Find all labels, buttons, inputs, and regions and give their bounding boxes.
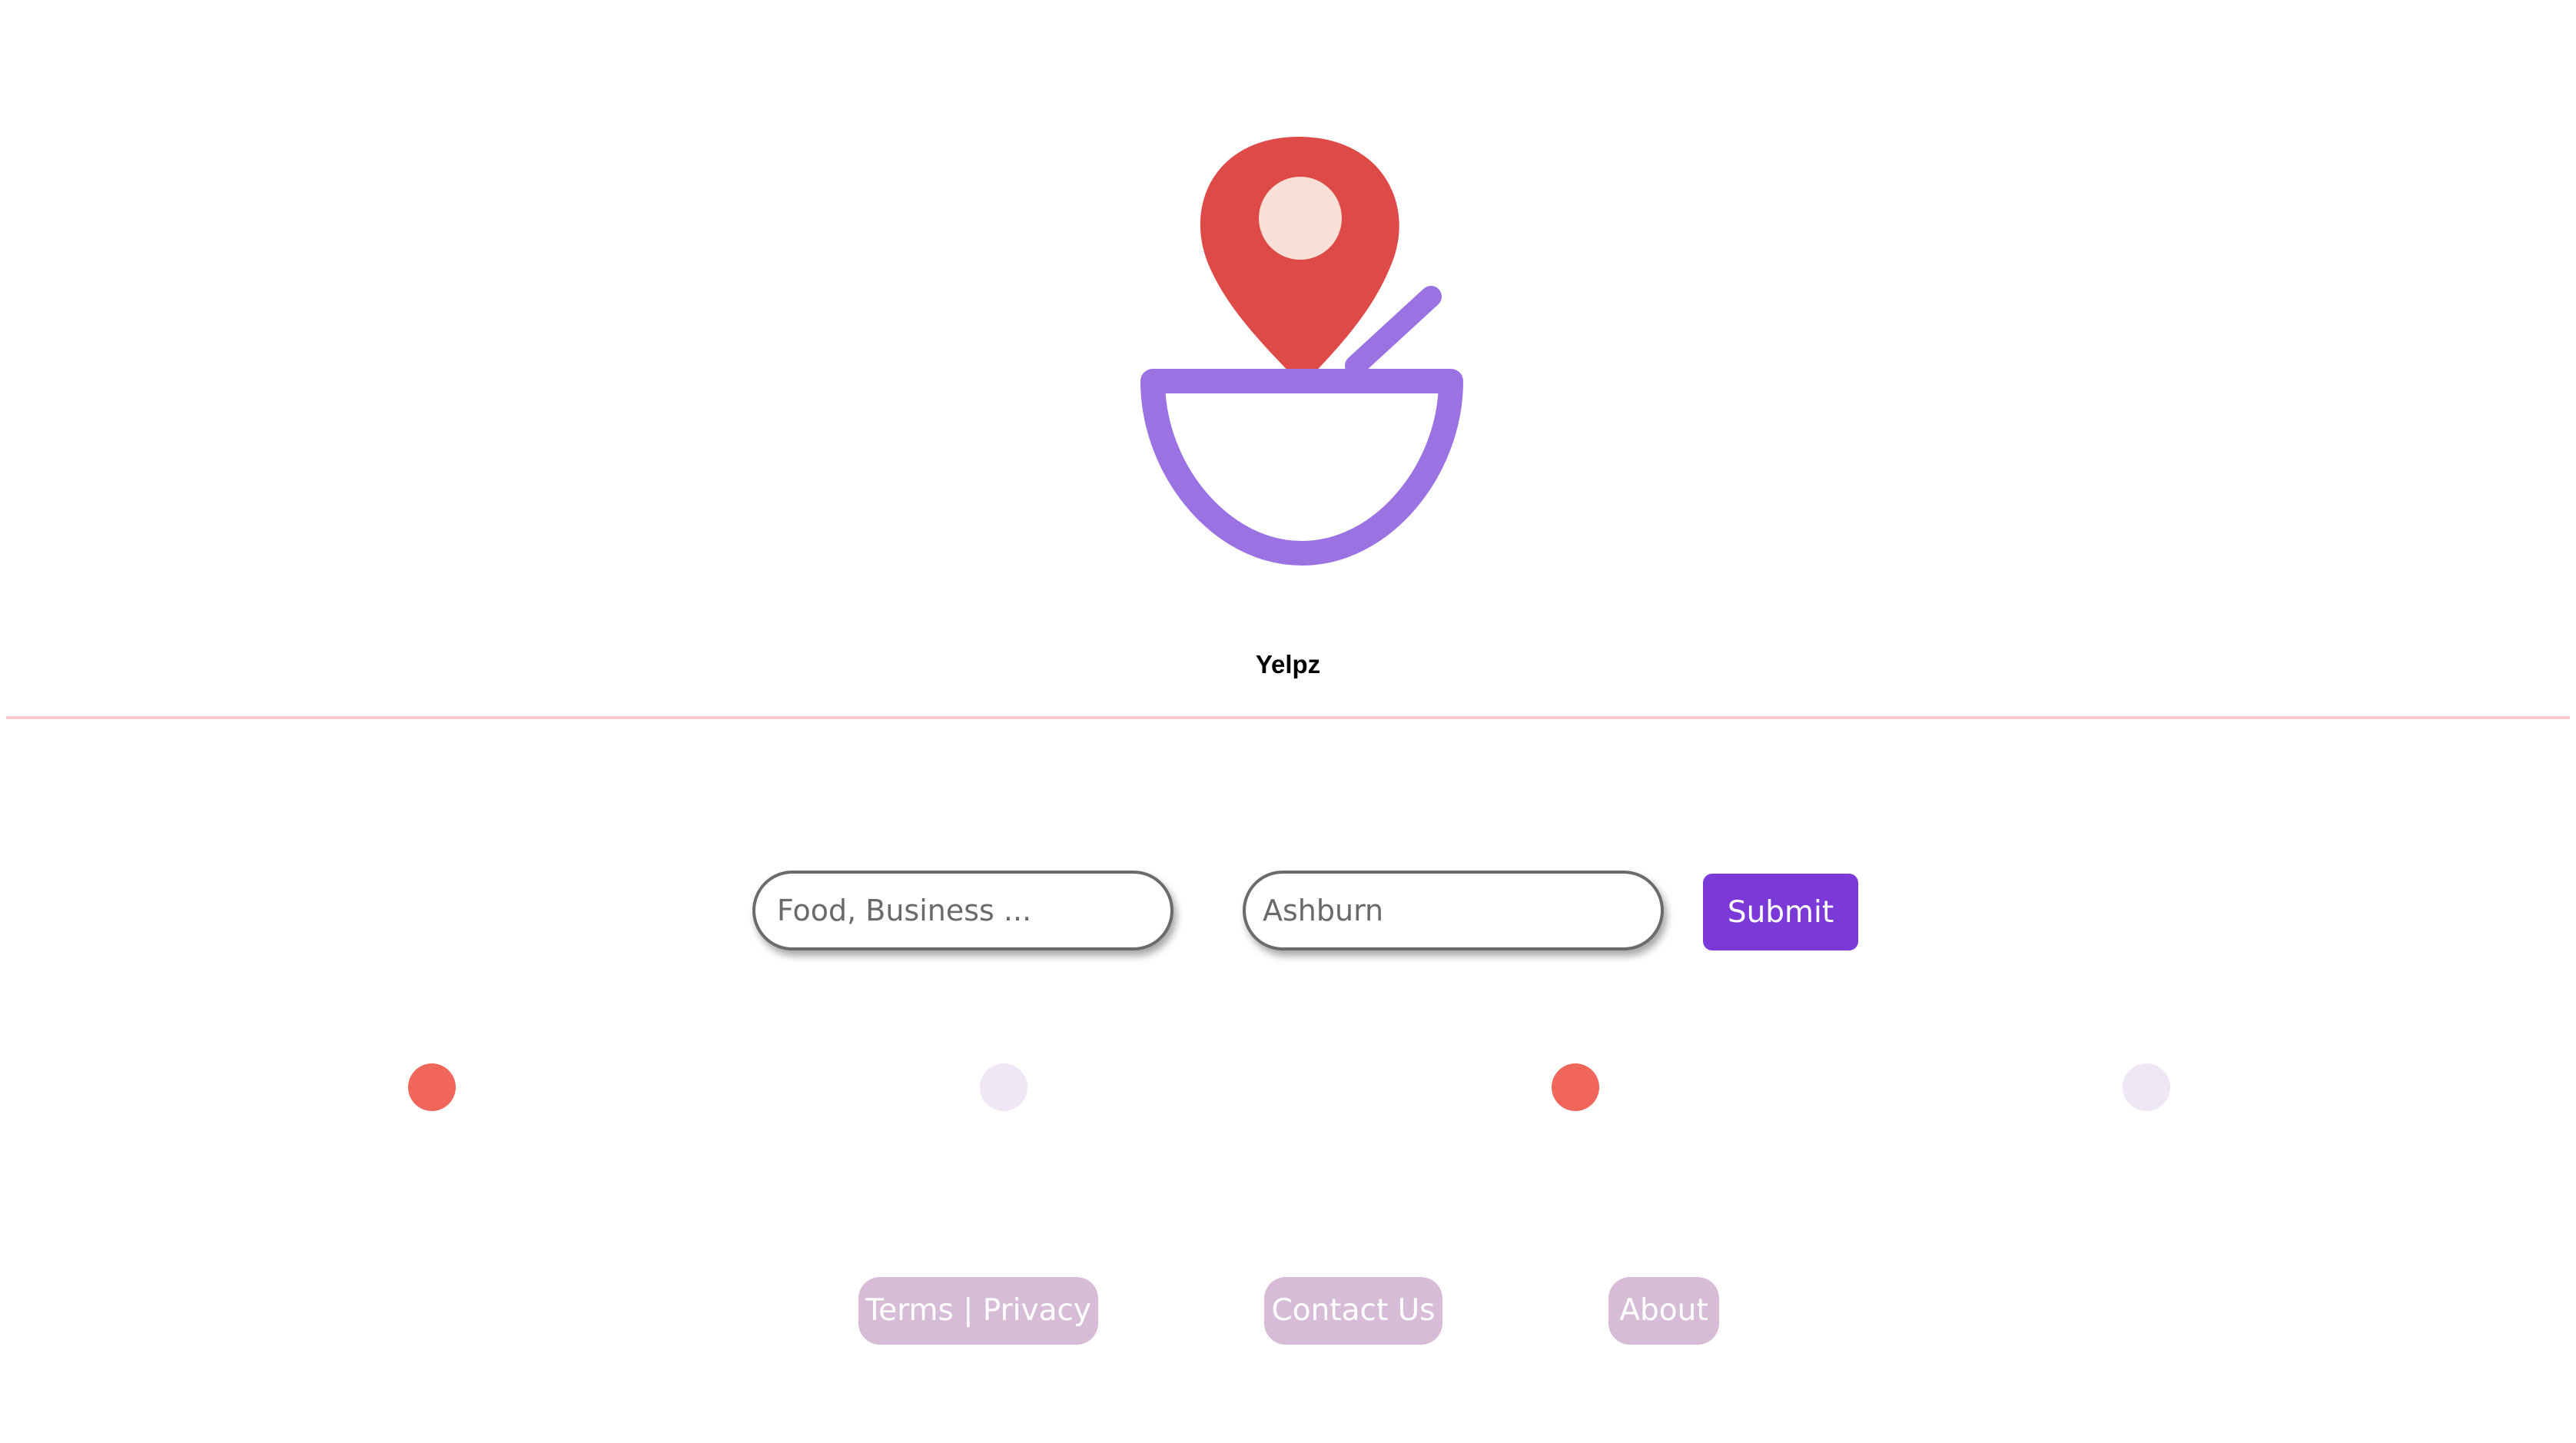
terms-privacy-link[interactable]: Terms | Privacy xyxy=(858,1277,1098,1345)
indicator-dot xyxy=(2123,1063,2170,1111)
brand-name: Yelpz xyxy=(1255,650,1321,678)
home-page: Yelpz Submit Terms | Privacy Contact Us … xyxy=(0,0,2576,1443)
bowl-icon xyxy=(1140,369,1463,566)
indicator-dot xyxy=(1552,1063,1599,1111)
map-pin-bowl-icon xyxy=(1140,137,1463,566)
indicator-dot xyxy=(408,1063,456,1111)
about-link[interactable]: About xyxy=(1608,1277,1719,1345)
contact-us-link[interactable]: Contact Us xyxy=(1264,1277,1442,1345)
pin-center xyxy=(1259,177,1342,260)
search-query-input[interactable] xyxy=(752,871,1173,950)
header-divider xyxy=(6,716,2570,719)
submit-button[interactable]: Submit xyxy=(1703,874,1858,950)
location-input[interactable] xyxy=(1243,871,1664,950)
indicator-dot xyxy=(980,1063,1027,1111)
search-form: Submit xyxy=(0,871,2576,954)
